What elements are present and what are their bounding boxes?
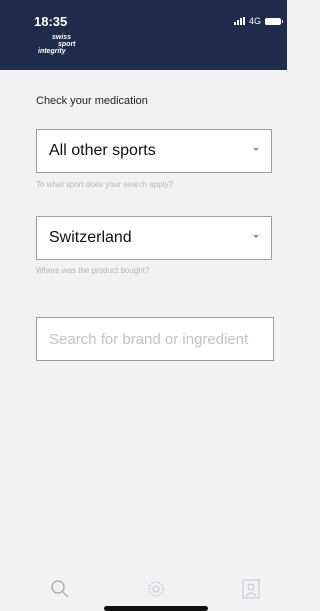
header-bar: 18:35 4G swiss sport integrity [0,0,287,70]
signal-icon [233,17,245,25]
status-time: 18:35 [34,14,68,29]
battery-icon [265,17,283,25]
logo-line-integrity: integrity [38,48,66,55]
country-select[interactable]: Switzerland [36,216,272,260]
tab-search[interactable] [45,575,75,603]
chevron-down-icon [253,235,259,238]
tab-profile[interactable] [236,575,266,603]
country-select-value: Switzerland [49,229,132,246]
sport-helper-text: To what sport does your search apply? [36,180,173,189]
logo-line-swiss: swiss [52,34,72,41]
tab-settings[interactable] [141,575,171,603]
search-icon [51,580,69,598]
gear-icon [148,581,164,597]
app-screen: 18:35 4G swiss sport integrity Check you… [0,0,287,611]
chevron-down-icon [253,148,259,151]
search-input[interactable] [36,317,274,361]
sport-select[interactable]: All other sports [36,129,272,173]
profile-icon [242,579,260,599]
status-indicators: 4G [233,16,283,26]
app-logo: swiss sport integrity [38,34,88,55]
bottom-tab-bar [0,575,287,611]
logo-line-sport: sport [58,41,76,48]
sport-select-value: All other sports [49,142,156,159]
home-indicator[interactable] [104,606,208,611]
page-title: Check your medication [36,95,148,107]
country-helper-text: Where was the product bought? [36,266,150,275]
network-label: 4G [248,16,261,26]
